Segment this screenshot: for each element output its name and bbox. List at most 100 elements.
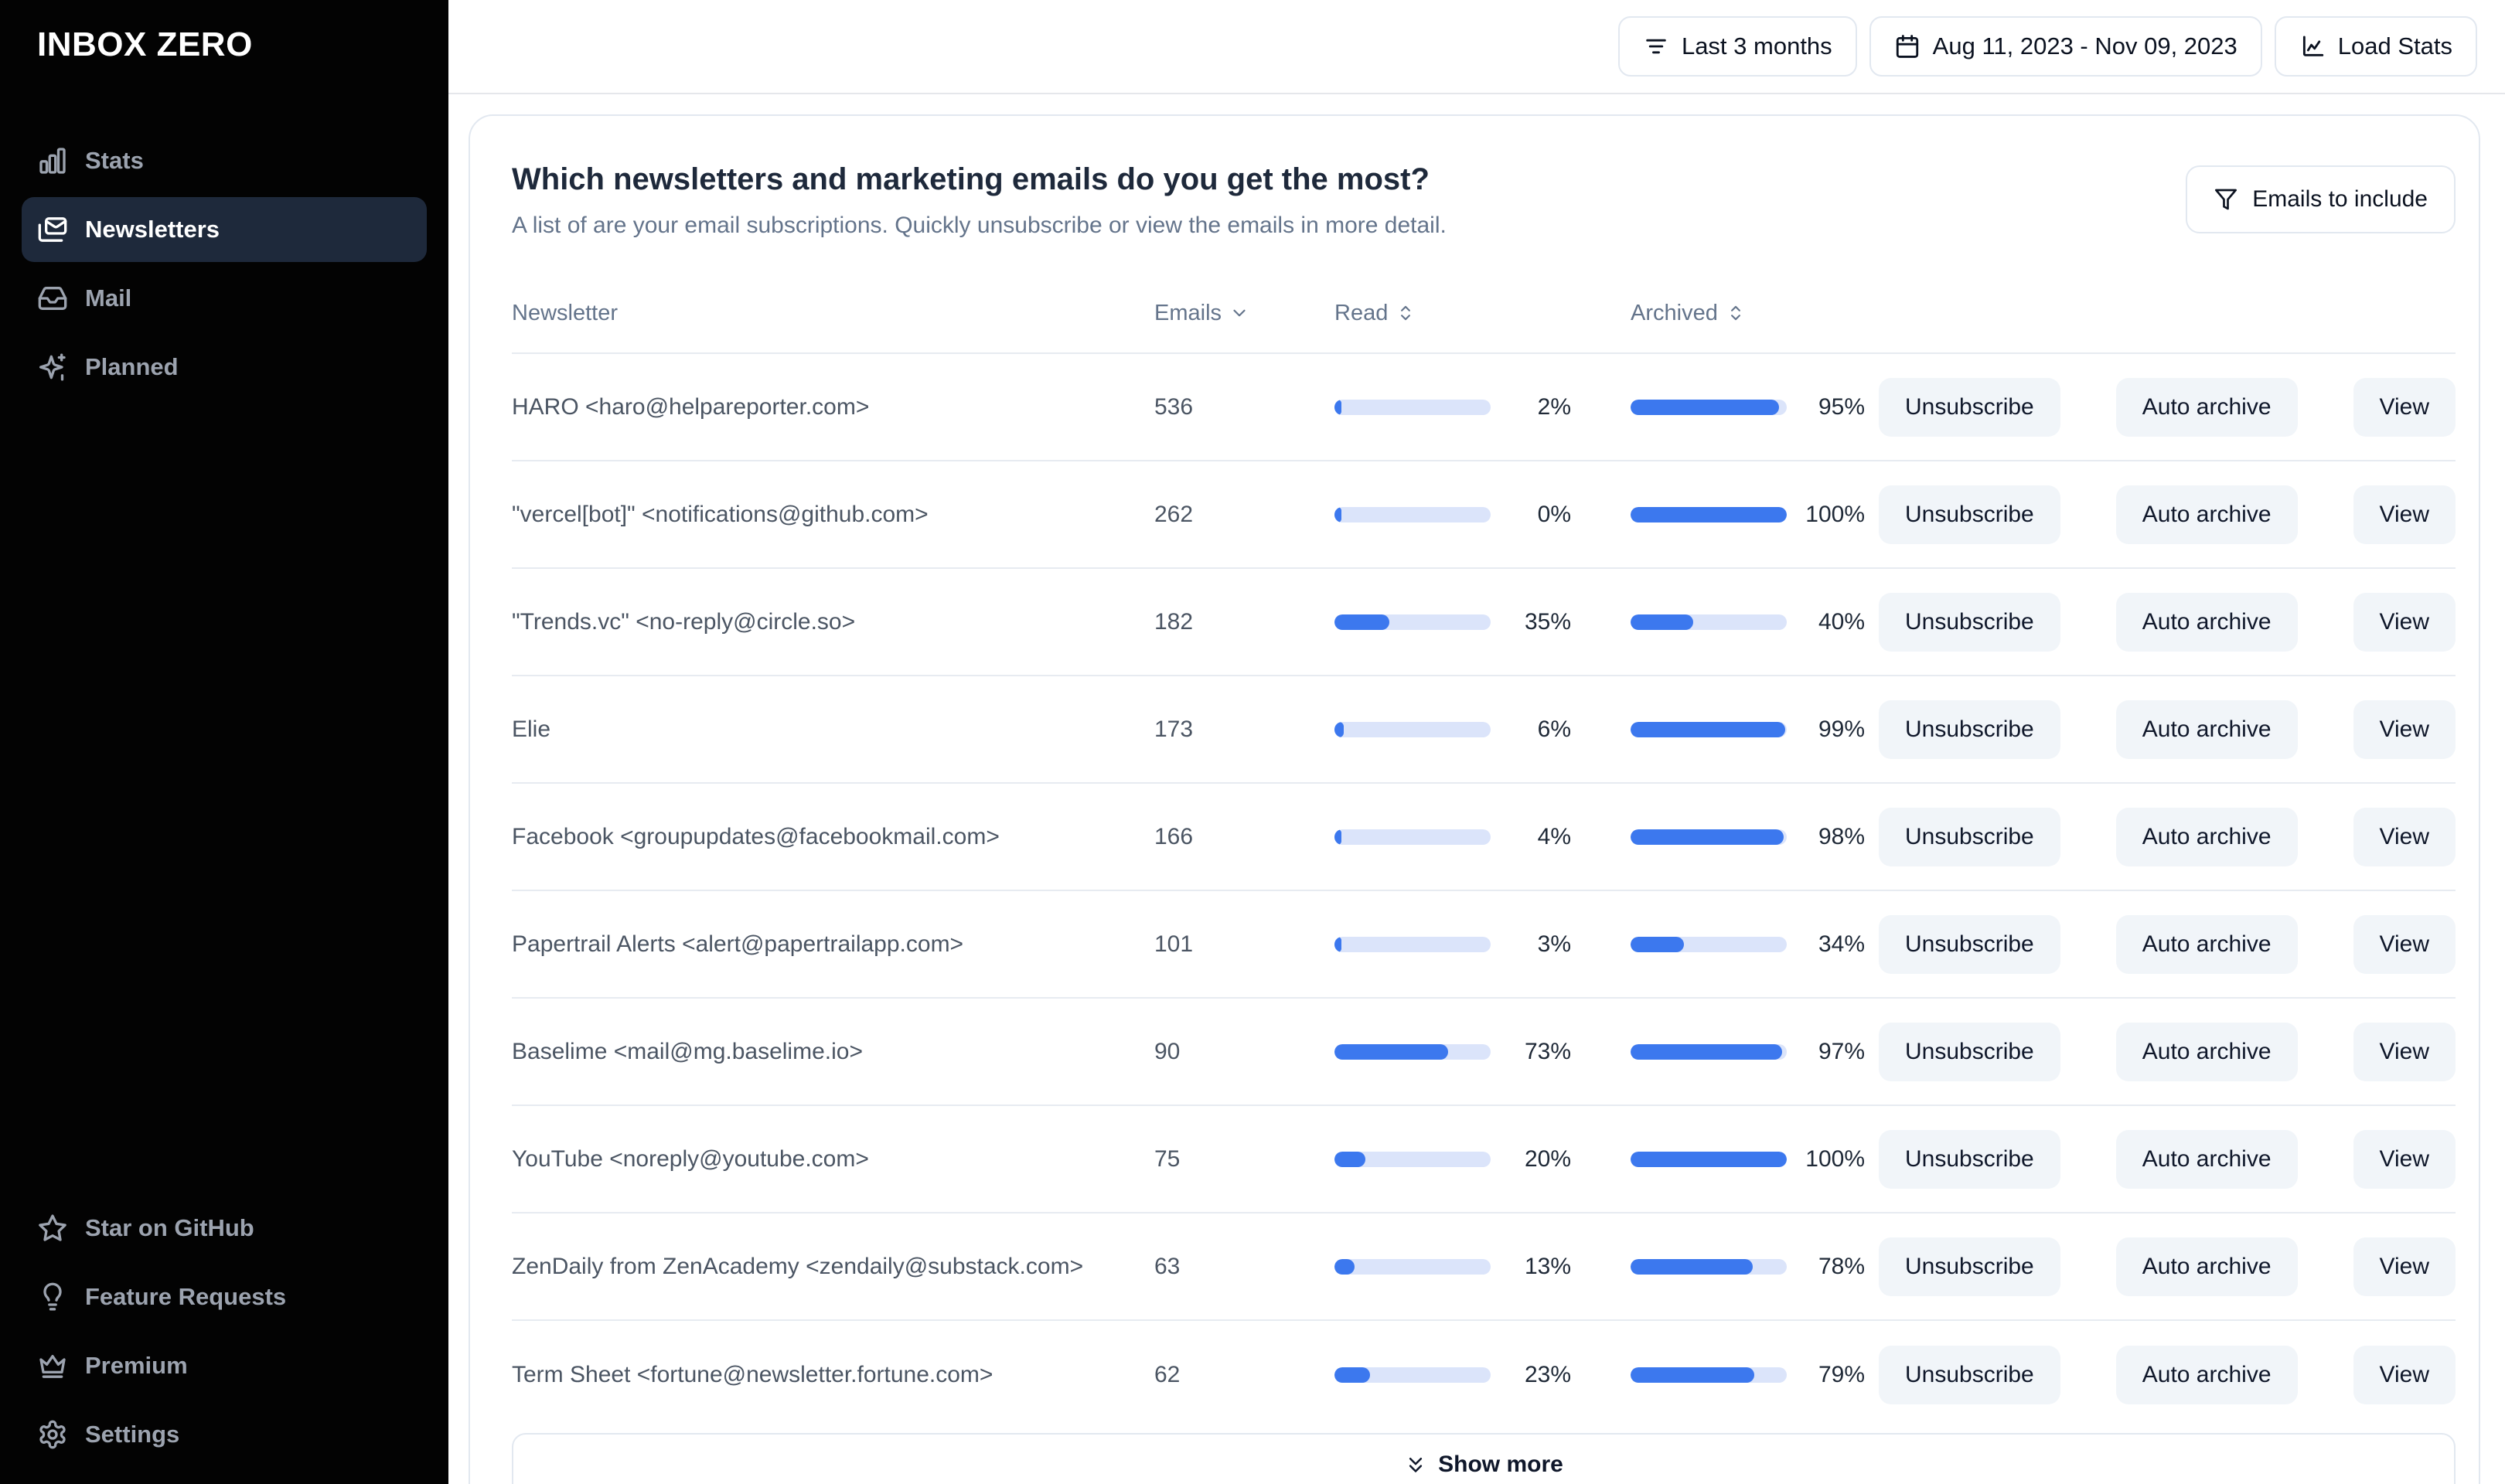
- unsubscribe-button[interactable]: Unsubscribe: [1879, 1237, 2060, 1296]
- read-progress-bar: [1334, 1043, 1491, 1060]
- auto-archive-button[interactable]: Auto archive: [2115, 807, 2298, 866]
- archived-progress-bar: [1631, 1043, 1787, 1060]
- sidebar-item-mail[interactable]: Mail: [22, 266, 427, 331]
- column-header-emails[interactable]: Emails: [1154, 301, 1334, 326]
- app-root: INBOX ZERO Stats Newsletters Mail Planne…: [0, 0, 2505, 1484]
- archived-percent: 98%: [1818, 823, 1865, 849]
- read-percent: 4%: [1537, 823, 1571, 849]
- unsubscribe-button[interactable]: Unsubscribe: [1879, 1129, 2060, 1189]
- sidebar-item-star-on-github[interactable]: Star on GitHub: [22, 1196, 427, 1261]
- newsletter-name: YouTube <noreply@youtube.com>: [512, 1145, 869, 1172]
- view-button[interactable]: View: [2353, 377, 2456, 437]
- emails-to-include-button[interactable]: Emails to include: [2186, 165, 2456, 233]
- lightbulb-icon: [37, 1281, 68, 1312]
- unsubscribe-button[interactable]: Unsubscribe: [1879, 914, 2060, 974]
- load-stats-button[interactable]: Load Stats: [2274, 16, 2477, 77]
- archived-percent: 34%: [1818, 931, 1865, 957]
- auto-archive-button[interactable]: Auto archive: [2115, 485, 2298, 544]
- read-cell: 20%: [1334, 1146, 1571, 1173]
- read-cell: 3%: [1334, 931, 1571, 958]
- row-actions: Unsubscribe Auto archive View: [1879, 914, 2456, 974]
- read-progress-bar: [1334, 399, 1491, 415]
- emails-count: 75: [1154, 1145, 1181, 1172]
- newsletter-row: "Trends.vc" <no-reply@circle.so> 182 35%…: [512, 569, 2456, 676]
- view-button[interactable]: View: [2353, 807, 2456, 866]
- auto-archive-button[interactable]: Auto archive: [2115, 914, 2298, 974]
- column-label: Archived: [1631, 300, 1718, 325]
- view-button[interactable]: View: [2353, 485, 2456, 544]
- show-more-button[interactable]: Show more: [512, 1433, 2456, 1484]
- bar-chart-icon: [37, 145, 68, 176]
- unsubscribe-button[interactable]: Unsubscribe: [1879, 592, 2060, 652]
- auto-archive-button[interactable]: Auto archive: [2115, 699, 2298, 759]
- view-button[interactable]: View: [2353, 1237, 2456, 1296]
- emails-count: 173: [1154, 716, 1194, 742]
- row-actions: Unsubscribe Auto archive View: [1879, 377, 2456, 437]
- unsubscribe-button[interactable]: Unsubscribe: [1879, 1345, 2060, 1404]
- sidebar-item-newsletters[interactable]: Newsletters: [22, 197, 427, 262]
- view-button[interactable]: View: [2353, 699, 2456, 759]
- unsubscribe-button[interactable]: Unsubscribe: [1879, 807, 2060, 866]
- read-cell: 2%: [1334, 394, 1571, 420]
- archived-percent: 100%: [1805, 501, 1865, 527]
- auto-archive-button[interactable]: Auto archive: [2115, 1022, 2298, 1081]
- emails-count: 262: [1154, 501, 1194, 527]
- sidebar-item-settings[interactable]: Settings: [22, 1402, 427, 1467]
- period-select-button[interactable]: Last 3 months: [1617, 16, 1857, 77]
- sidebar-item-label: Feature Requests: [85, 1283, 287, 1310]
- sidebar-item-label: Star on GitHub: [85, 1214, 254, 1241]
- read-percent: 3%: [1537, 931, 1571, 957]
- read-cell: 4%: [1334, 824, 1571, 850]
- auto-archive-button[interactable]: Auto archive: [2115, 592, 2298, 652]
- sidebar-item-planned[interactable]: Planned: [22, 335, 427, 400]
- auto-archive-button[interactable]: Auto archive: [2115, 1129, 2298, 1189]
- view-button[interactable]: View: [2353, 1345, 2456, 1404]
- unsubscribe-button[interactable]: Unsubscribe: [1879, 699, 2060, 759]
- newsletter-row: Facebook <groupupdates@facebookmail.com>…: [512, 784, 2456, 891]
- row-actions: Unsubscribe Auto archive View: [1879, 1237, 2456, 1296]
- star-icon: [37, 1213, 68, 1244]
- sidebar-item-label: Newsletters: [85, 216, 220, 243]
- emails-count: 101: [1154, 931, 1194, 957]
- auto-archive-button[interactable]: Auto archive: [2115, 377, 2298, 437]
- read-percent: 13%: [1524, 1253, 1571, 1279]
- sidebar-item-feature-requests[interactable]: Feature Requests: [22, 1264, 427, 1329]
- view-button[interactable]: View: [2353, 1022, 2456, 1081]
- column-header-archived[interactable]: Archived: [1631, 301, 1865, 326]
- column-header-read[interactable]: Read: [1334, 301, 1571, 326]
- column-label: Newsletter: [512, 300, 618, 325]
- unsubscribe-button[interactable]: Unsubscribe: [1879, 1022, 2060, 1081]
- chevrons-up-down-icon: [1396, 303, 1416, 323]
- sidebar-item-label: Planned: [85, 353, 179, 380]
- read-progress-bar: [1334, 614, 1491, 630]
- unsubscribe-button[interactable]: Unsubscribe: [1879, 485, 2060, 544]
- archived-percent: 99%: [1818, 716, 1865, 742]
- read-progress-bar: [1334, 1258, 1491, 1275]
- view-button[interactable]: View: [2353, 914, 2456, 974]
- view-button[interactable]: View: [2353, 592, 2456, 652]
- sidebar-item-label: Settings: [85, 1421, 180, 1448]
- unsubscribe-button[interactable]: Unsubscribe: [1879, 377, 2060, 437]
- newsletter-row: Term Sheet <fortune@newsletter.fortune.c…: [512, 1321, 2456, 1428]
- date-range-button[interactable]: Aug 11, 2023 - Nov 09, 2023: [1869, 16, 2262, 77]
- archived-progress-bar: [1631, 1151, 1787, 1167]
- auto-archive-button[interactable]: Auto archive: [2115, 1237, 2298, 1296]
- column-header-newsletter: Newsletter: [512, 301, 1154, 326]
- sidebar-item-stats[interactable]: Stats: [22, 128, 427, 193]
- chevrons-up-down-icon: [1726, 303, 1746, 323]
- read-progress-bar: [1334, 1151, 1491, 1167]
- newsletter-name: Elie: [512, 716, 551, 742]
- archived-cell: 99%: [1631, 716, 1865, 743]
- newsletter-row: HARO <haro@helpareporter.com> 536 2% 95%…: [512, 354, 2456, 461]
- archived-cell: 98%: [1631, 824, 1865, 850]
- sidebar-item-premium[interactable]: Premium: [22, 1333, 427, 1398]
- funnel-icon: [2214, 187, 2238, 212]
- sidebar-item-label: Premium: [85, 1352, 188, 1379]
- sidebar-footer-nav: Star on GitHub Feature Requests Premium …: [22, 1196, 427, 1467]
- view-button[interactable]: View: [2353, 1129, 2456, 1189]
- row-actions: Unsubscribe Auto archive View: [1879, 1022, 2456, 1081]
- row-actions: Unsubscribe Auto archive View: [1879, 1345, 2456, 1404]
- auto-archive-button[interactable]: Auto archive: [2115, 1345, 2298, 1404]
- read-progress-bar: [1334, 721, 1491, 737]
- newsletter-row: ZenDaily from ZenAcademy <zendaily@subst…: [512, 1213, 2456, 1321]
